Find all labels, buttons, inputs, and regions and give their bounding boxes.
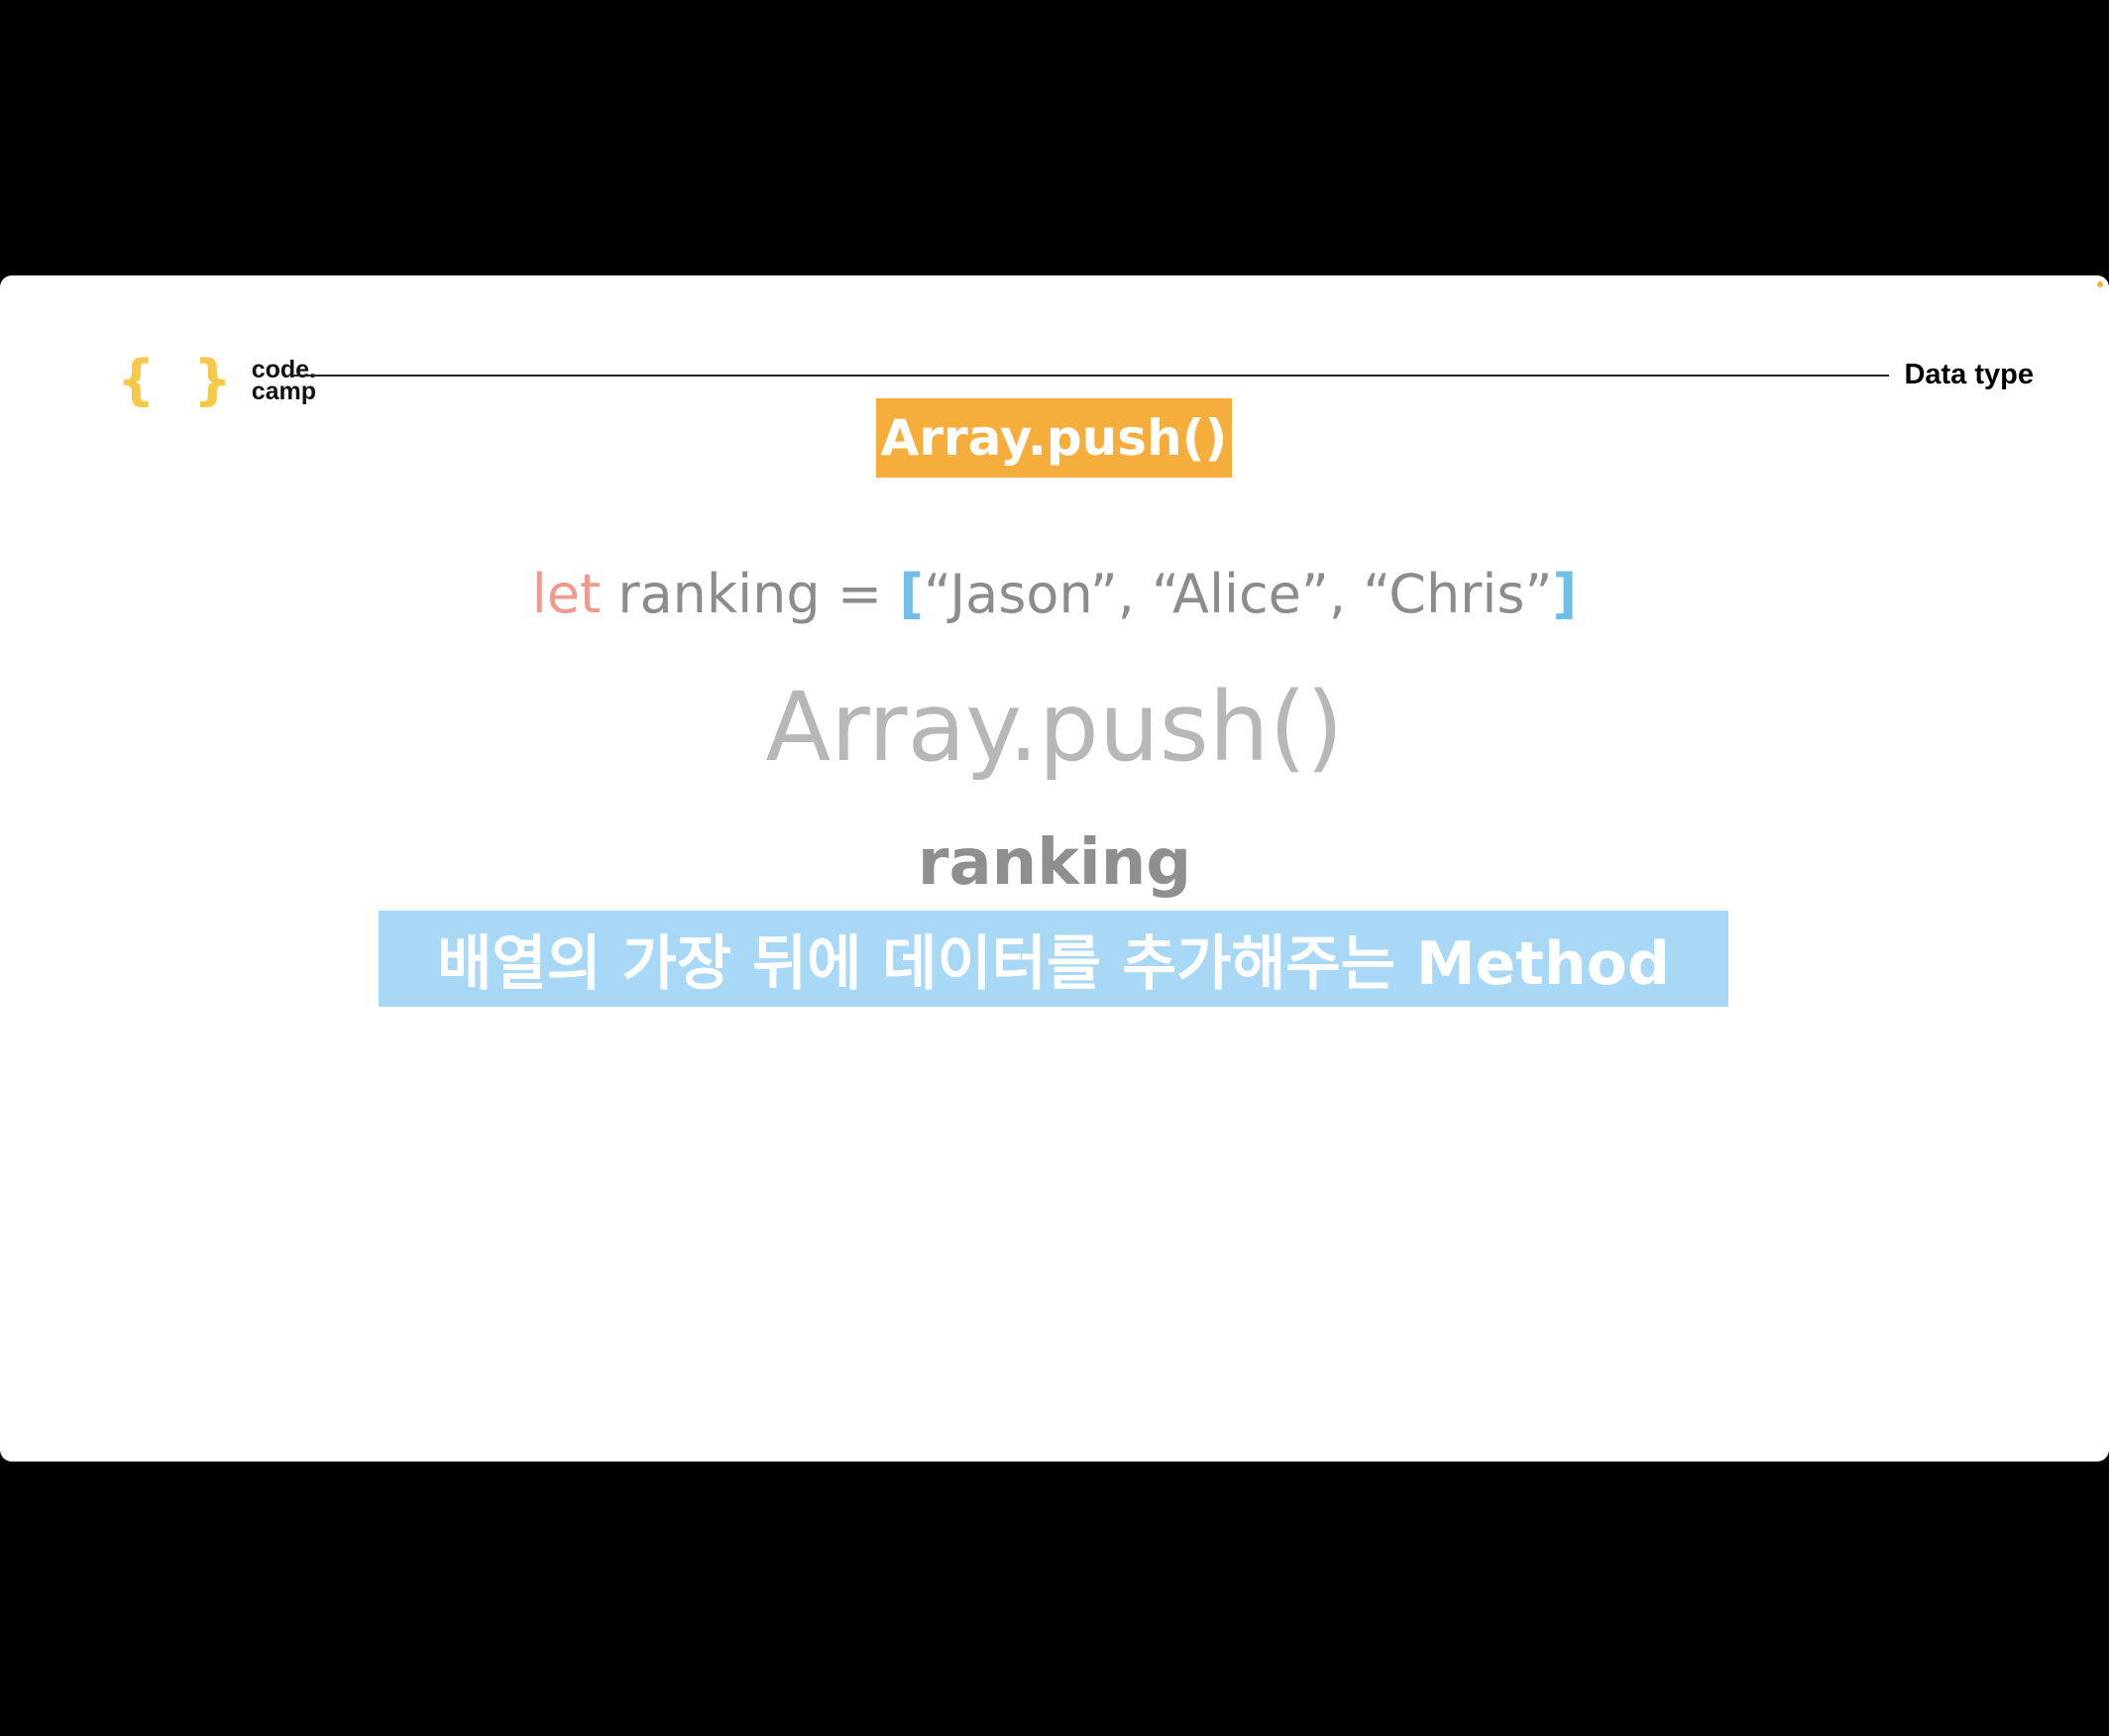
title-badge: Array.push(): [876, 398, 1232, 478]
variable-name: ranking: [917, 826, 1192, 900]
logo-braces-icon: { }: [117, 349, 242, 411]
method-display: Array.push(): [765, 672, 1344, 783]
code-line: let ranking = [“Jason”, “Alice”, “Chris”…: [0, 563, 2109, 625]
header-divider: [291, 375, 1889, 377]
subtitle-caption: 배열의 가장 뒤에 데이터를 추가해주는 Method: [379, 911, 1728, 1007]
logo-line-2: camp: [251, 378, 316, 405]
code-close-bracket: ]: [1552, 563, 1578, 625]
section-label: Data type: [1904, 359, 2034, 390]
code-statement: ranking =: [601, 563, 900, 625]
logo: { } code. camp: [117, 351, 316, 410]
code-keyword: let: [531, 563, 602, 625]
slide: { } code. camp Data type Array.push() le…: [0, 275, 2109, 1462]
code-open-bracket: [: [899, 563, 924, 625]
status-dot: [2097, 281, 2103, 287]
code-items: “Jason”, “Alice”, “Chris”: [923, 563, 1553, 625]
logo-text: code. camp: [251, 358, 316, 405]
